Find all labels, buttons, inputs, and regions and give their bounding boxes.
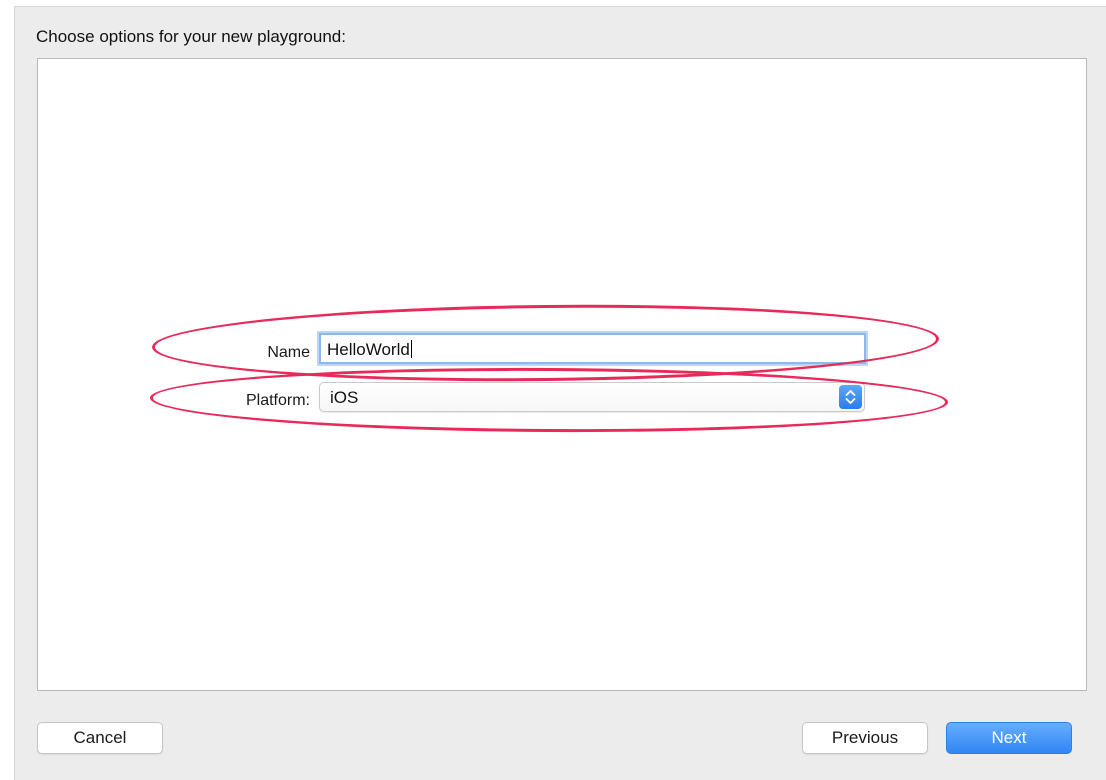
options-panel: Name HelloWorld Platform: iOS xyxy=(37,58,1087,691)
name-row: Name HelloWorld xyxy=(38,333,1086,367)
name-label: Name xyxy=(267,344,310,361)
name-field-value: HelloWorld xyxy=(327,340,410,359)
platform-selected-value: iOS xyxy=(330,388,359,407)
platform-label: Platform: xyxy=(245,392,310,409)
name-field[interactable]: HelloWorld xyxy=(319,333,866,364)
cancel-button[interactable]: Cancel xyxy=(37,722,163,754)
up-down-chevron-icon[interactable] xyxy=(839,385,862,409)
platform-select[interactable]: iOS xyxy=(319,382,865,412)
platform-row: Platform: iOS xyxy=(38,380,1086,414)
previous-button[interactable]: Previous xyxy=(802,722,928,754)
next-button[interactable]: Next xyxy=(946,722,1072,754)
dialog-sheet: Choose options for your new playground: … xyxy=(14,6,1106,780)
dialog-title: Choose options for your new playground: xyxy=(36,27,346,46)
text-cursor xyxy=(410,340,412,358)
